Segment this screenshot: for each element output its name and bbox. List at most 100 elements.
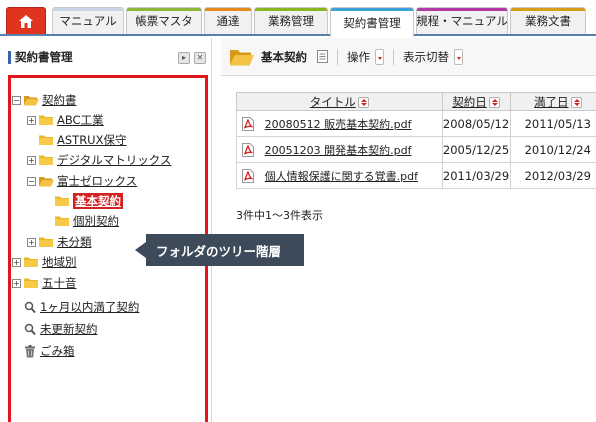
dropdown-icon [454, 48, 463, 65]
trash-folder[interactable]: ごみ箱 [24, 342, 75, 360]
content-toolbar: 基本契約 操作 表示切替 [221, 38, 596, 76]
contract-table: タイトル 契約日 満了日 20080512 販売基本契約.pdf 2008/05… [236, 92, 596, 189]
tree-item-unclassified[interactable]: + 未分類 [27, 233, 92, 251]
home-icon [19, 14, 33, 28]
expand-toggle[interactable]: + [27, 155, 36, 165]
tree-item-label: デジタルマトリックス [57, 153, 172, 167]
tree-item-label: ABC工業 [57, 113, 104, 127]
file-link[interactable]: 個人情報保護に関する覚書.pdf [265, 170, 418, 183]
tab-notice[interactable]: 通達 [204, 7, 252, 34]
folder-icon [55, 216, 69, 226]
tree-item-individual-contract[interactable]: 個別契約 [54, 212, 119, 230]
tree-item-label: 五十音 [42, 276, 77, 290]
tab-form-master[interactable]: 帳票マスタ [126, 7, 202, 34]
tree-item-label: 個別契約 [73, 214, 119, 228]
current-folder-title: 基本契約 [261, 49, 307, 64]
table-row: 個人情報保護に関する覚書.pdf 2011/03/29 2012/03/29 [236, 162, 596, 189]
tab-label: 業務管理 [268, 14, 314, 28]
search-icon [24, 323, 36, 335]
cell-title: 20080512 販売基本契約.pdf [236, 110, 443, 137]
tooltip-arrow [135, 242, 146, 258]
cell-expiry-date: 2010/12/24 [509, 136, 596, 163]
tree-item-by-region[interactable]: + 地域別 [12, 253, 77, 271]
tree-item-label: ASTRUX保守 [57, 133, 127, 147]
saved-search-label: 1ヶ月以内満了契約 [40, 300, 140, 314]
file-link[interactable]: 20051203 開発基本契約.pdf [265, 144, 412, 157]
search-icon [24, 301, 36, 313]
expand-toggle[interactable]: + [12, 257, 21, 267]
close-panel-button[interactable]: ✕ [194, 52, 206, 64]
pdf-icon [242, 169, 254, 183]
table-row: 20051203 開発基本契約.pdf 2005/12/25 2010/12/2… [236, 136, 596, 163]
tab-label: 契約書管理 [343, 15, 401, 30]
left-panel-header: 契約書管理 ▸ ✕ [0, 38, 212, 76]
tree-item-abc[interactable]: + ABC工業 [27, 111, 104, 129]
tab-business-management[interactable]: 業務管理 [254, 7, 328, 34]
expand-toggle[interactable]: + [27, 115, 36, 125]
tree-item-basic-contract[interactable]: 基本契約 [54, 192, 123, 210]
tab-manual[interactable]: マニュアル [52, 7, 124, 34]
tab-label: 業務文書 [525, 14, 571, 28]
tree-item-label-selected: 基本契約 [73, 193, 123, 209]
cell-contract-date: 2011/03/29 [441, 162, 511, 189]
cell-contract-date: 2008/05/12 [441, 110, 511, 137]
tree-item-astrux[interactable]: ASTRUX保守 [38, 131, 126, 149]
column-header-title[interactable]: タイトル [236, 92, 443, 111]
sort-icon[interactable] [570, 96, 582, 108]
saved-search-expiring[interactable]: 1ヶ月以内満了契約 [24, 298, 139, 316]
home-tab[interactable] [6, 7, 46, 34]
view-switch-menu[interactable]: 表示切替 [403, 48, 463, 65]
view-switch-label: 表示切替 [403, 49, 449, 64]
tree-item-digital-matrix[interactable]: + デジタルマトリックス [27, 151, 171, 169]
left-panel-title: 契約書管理 [15, 50, 73, 64]
collapse-panel-button[interactable]: ▸ [178, 52, 190, 64]
folder-open-icon [39, 177, 54, 187]
folder-icon [24, 278, 38, 288]
cell-title: 個人情報保護に関する覚書.pdf [236, 162, 443, 189]
cell-title: 20051203 開発基本契約.pdf [236, 136, 443, 163]
column-header-expiry-date[interactable]: 満了日 [509, 92, 596, 111]
tree-item-label: 未分類 [57, 235, 92, 249]
folder-icon [39, 135, 53, 145]
header-marker [8, 50, 11, 64]
tree-item-fuji-xerox[interactable]: − 富士ゼロックス [27, 172, 137, 190]
cell-expiry-date: 2012/03/29 [509, 162, 596, 189]
saved-search-not-renewed[interactable]: 未更新契約 [24, 320, 98, 338]
tab-contract-management[interactable]: 契約書管理 [330, 7, 414, 37]
tab-label: 通達 [216, 14, 240, 28]
dropdown-icon [375, 48, 384, 65]
file-link[interactable]: 20080512 販売基本契約.pdf [265, 118, 412, 131]
column-header-contract-date[interactable]: 契約日 [441, 92, 511, 111]
tab-label: 帳票マスタ [135, 14, 193, 28]
document-icon[interactable] [317, 50, 328, 63]
pdf-icon [242, 143, 254, 157]
result-count: 3件中1～3件表示 [236, 209, 323, 222]
tab-business-documents[interactable]: 業務文書 [510, 7, 586, 34]
folder-icon [24, 257, 38, 267]
folder-icon [39, 115, 53, 125]
collapse-toggle[interactable]: − [27, 176, 36, 186]
toolbar-separator [337, 48, 338, 65]
tree-item-label: 富士ゼロックス [57, 174, 138, 188]
expand-toggle[interactable]: + [12, 278, 21, 288]
trash-label: ごみ箱 [40, 344, 75, 358]
sort-icon[interactable] [357, 96, 369, 108]
folder-icon [55, 196, 69, 206]
tree-item-label: 地域別 [42, 255, 77, 269]
collapse-toggle[interactable]: − [12, 95, 21, 105]
expand-toggle[interactable]: + [27, 237, 36, 247]
main-tab-bar: マニュアル 帳票マスタ 通達 業務管理 契約書管理 規程・マニュアル 業務文書 [0, 0, 596, 37]
tree-item-gojuon[interactable]: + 五十音 [12, 274, 77, 292]
toolbar-separator [393, 48, 394, 65]
table-row: 20080512 販売基本契約.pdf 2008/05/12 2011/05/1… [236, 110, 596, 137]
tree-item-contracts[interactable]: − 契約書 [12, 91, 77, 109]
operation-menu-label: 操作 [347, 49, 370, 64]
tab-regulations-manual[interactable]: 規程・マニュアル [416, 7, 508, 34]
pdf-icon [242, 117, 254, 131]
tree-item-label: 契約書 [42, 93, 77, 107]
chevron-right-icon: ▸ [181, 53, 186, 62]
tree-callout: フォルダのツリー階層 [146, 234, 304, 266]
sort-icon[interactable] [488, 96, 500, 108]
operation-menu[interactable]: 操作 [347, 48, 384, 65]
trash-icon [25, 344, 35, 357]
